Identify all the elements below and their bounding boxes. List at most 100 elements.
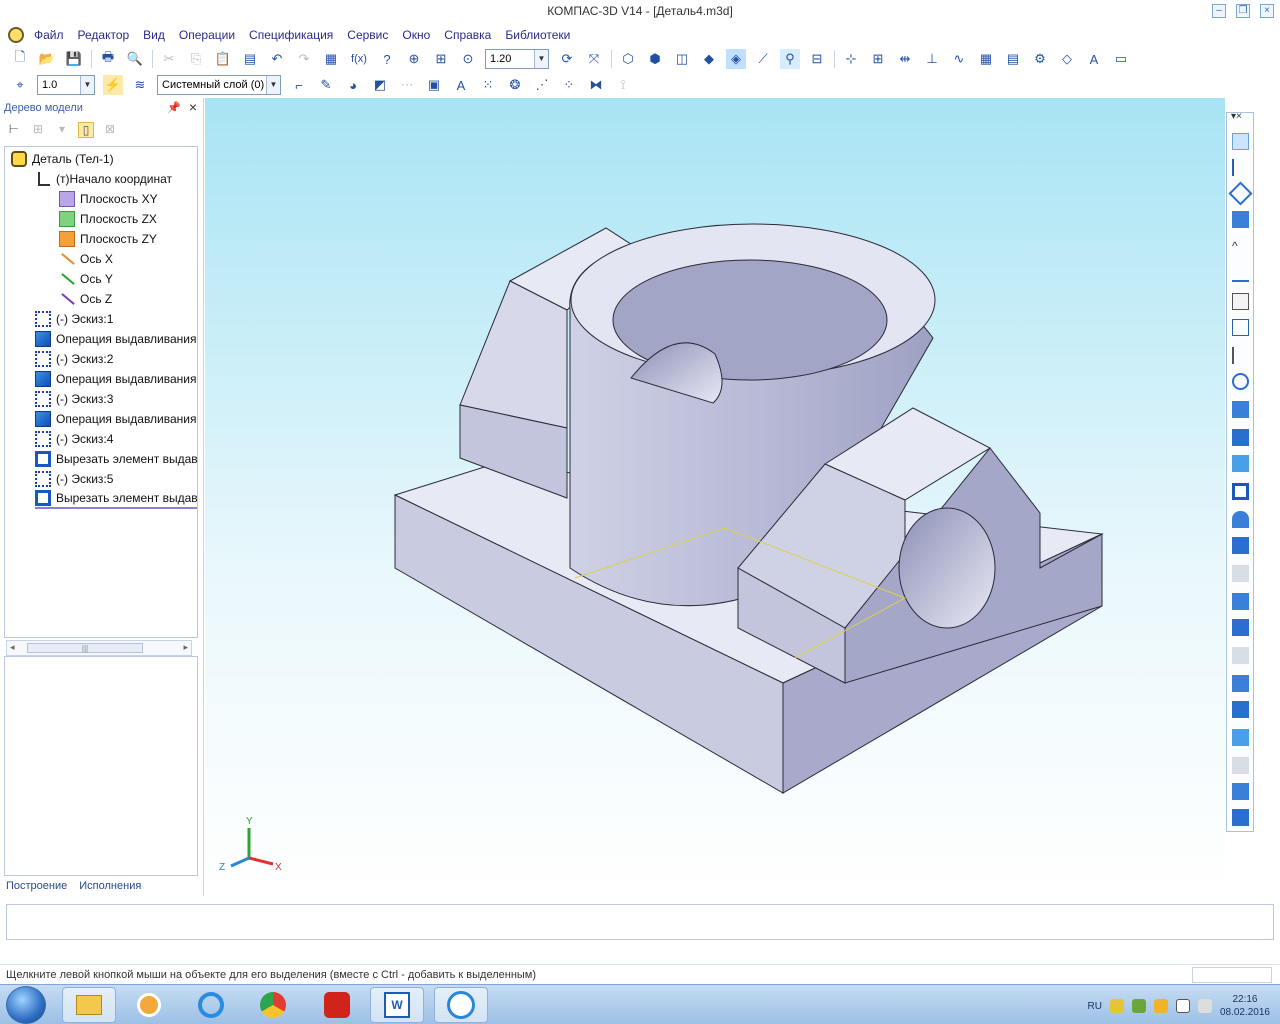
copy-icon[interactable]: ⎘	[186, 49, 206, 69]
tree-node-cut-2[interactable]: Вырезать элемент выдав.	[35, 489, 197, 509]
tray-network-icon[interactable]	[1131, 999, 1146, 1013]
array-points-icon[interactable]: ⁘	[559, 75, 579, 95]
material-icon[interactable]: ◕	[343, 75, 363, 95]
disabled-copy-icon[interactable]	[1232, 757, 1249, 774]
incline-icon[interactable]	[1232, 401, 1249, 418]
pin-icon[interactable]: 📌	[167, 101, 181, 114]
array-curve-icon[interactable]: ⋰	[532, 75, 552, 95]
taskbar-word[interactable]: W	[370, 987, 424, 1023]
tab-versions[interactable]: Исполнения	[79, 880, 141, 896]
tree-node-sketch-4[interactable]: (-) Эскиз:4	[35, 429, 113, 449]
start-button[interactable]	[6, 986, 46, 1024]
boolean-icon[interactable]	[1232, 783, 1249, 800]
tree-dropdown-icon[interactable]: ▾	[54, 122, 70, 138]
tree-node-axis-z[interactable]: Ось Z	[59, 289, 112, 309]
diamond-icon[interactable]: ◇	[1057, 49, 1077, 69]
dimension-icon[interactable]: ⇹	[895, 49, 915, 69]
shaded-icon[interactable]: ◆	[699, 49, 719, 69]
tree-node-sketch-1[interactable]: (-) Эскиз:1	[35, 309, 113, 329]
array-circle-icon[interactable]: ❂	[505, 75, 525, 95]
app-menu-icon[interactable]	[8, 27, 24, 43]
rotate-icon[interactable]: ⟳	[557, 49, 577, 69]
open-file-icon[interactable]: 📂	[37, 49, 57, 69]
spec-icon[interactable]: ▤	[1003, 49, 1023, 69]
hidden-lines-icon[interactable]: ⬢	[645, 49, 665, 69]
chevron-down-icon[interactable]: ▼	[80, 76, 94, 94]
tree-node-extrude-1[interactable]: Операция выдавливания	[35, 329, 196, 349]
curve-icon[interactable]: ∿	[949, 49, 969, 69]
menu-help[interactable]: Справка	[444, 28, 491, 42]
redo-icon[interactable]: ↷	[294, 49, 314, 69]
minimize-button[interactable]: –	[1212, 4, 1226, 18]
array-grid-icon[interactable]: ⁙	[478, 75, 498, 95]
manager-icon[interactable]: ▦	[321, 49, 341, 69]
thin-lines-icon[interactable]: ◫	[672, 49, 692, 69]
taskbar-media-player[interactable]	[122, 987, 176, 1023]
zoom-window-icon[interactable]: ⊞	[431, 49, 451, 69]
tray-clock[interactable]: 22:16 08.02.2016	[1220, 993, 1270, 1019]
tree-filter-icon[interactable]: ⊞	[30, 122, 46, 138]
tree-relations-icon[interactable]: ⊠	[102, 122, 118, 138]
zoom-scale-icon[interactable]: ⊙	[458, 49, 478, 69]
close-button[interactable]: ×	[1260, 4, 1274, 18]
text-a-icon[interactable]: A	[1084, 49, 1104, 69]
menu-file[interactable]: Файл	[34, 28, 64, 42]
attribute-icon[interactable]: ⚙	[1030, 49, 1050, 69]
paste-icon[interactable]: 📋	[213, 49, 233, 69]
menu-operations[interactable]: Операции	[179, 28, 235, 42]
disabled-array-icon[interactable]	[1232, 647, 1249, 664]
table-icon[interactable]: ▦	[976, 49, 996, 69]
model-canvas[interactable]: Y X Z	[205, 98, 1225, 896]
new-file-icon[interactable]: 🗋	[10, 49, 30, 69]
taskbar-chrome[interactable]	[246, 987, 300, 1023]
tray-volume-icon[interactable]	[1197, 999, 1212, 1013]
save-icon[interactable]: 💾	[64, 49, 84, 69]
taskbar-explorer[interactable]	[62, 987, 116, 1023]
color-icon[interactable]: ◩	[370, 75, 390, 95]
tree-node-part[interactable]: Деталь (Тел-1)	[11, 149, 114, 169]
extrude-op-icon[interactable]	[1232, 133, 1249, 150]
menu-specification[interactable]: Спецификация	[249, 28, 333, 42]
cut-icon[interactable]: ✂	[159, 49, 179, 69]
constraint-icon[interactable]: ⊥	[922, 49, 942, 69]
box-frame-icon[interactable]	[1232, 483, 1249, 500]
properties-icon[interactable]: ▤	[240, 49, 260, 69]
tree-node-plane-xy[interactable]: Плоскость XY	[59, 189, 158, 209]
layer-combo[interactable]: Системный слой (0) ▼	[157, 75, 281, 95]
menu-editor[interactable]: Редактор	[78, 28, 130, 42]
filter-objects-icon[interactable]: ⋯	[397, 75, 417, 95]
tree-document-icon[interactable]: ▯	[78, 122, 94, 138]
rib-icon[interactable]	[1232, 347, 1249, 364]
close-icon[interactable]: ×	[189, 99, 197, 115]
menu-service[interactable]: Сервис	[347, 28, 388, 42]
tree-node-cut-1[interactable]: Вырезать элемент выдав.	[35, 449, 197, 469]
grid-icon[interactable]: ⊞	[868, 49, 888, 69]
tree-horizontal-scrollbar[interactable]: ◂ ||| ▸	[6, 640, 192, 656]
tree-node-plane-zy[interactable]: Плоскость ZY	[59, 229, 157, 249]
orientation-icon[interactable]: ⤧	[584, 49, 604, 69]
taper-icon[interactable]	[1232, 537, 1249, 554]
dome-icon[interactable]	[1232, 511, 1249, 528]
taskbar-kompas[interactable]	[434, 987, 488, 1023]
rotate-op-icon[interactable]	[1232, 159, 1249, 176]
mirror-icon[interactable]: ⧓	[586, 75, 606, 95]
cut-op-icon[interactable]: ^	[1232, 239, 1249, 256]
chevron-down-icon[interactable]: ▼	[534, 50, 548, 68]
scroll-thumb[interactable]: |||	[27, 643, 143, 653]
taskbar-acrobat[interactable]	[310, 987, 364, 1023]
tree-node-origin[interactable]: (т)Начало координат	[35, 169, 172, 189]
mirror-op-icon[interactable]	[1232, 675, 1249, 692]
tray-app-icon[interactable]	[1109, 999, 1124, 1013]
step-cursor-icon[interactable]: ⌖	[10, 75, 30, 95]
tree-node-sketch-5[interactable]: (-) Эскиз:5	[35, 469, 113, 489]
zoom-combo[interactable]: 1.20 ▼	[485, 49, 549, 69]
wedge-icon[interactable]	[1232, 593, 1249, 610]
library-icon[interactable]: ▣	[424, 75, 444, 95]
part-model[interactable]	[393, 223, 1104, 794]
shaded-edges-icon[interactable]: ◈	[726, 49, 746, 69]
hole-icon[interactable]	[1232, 319, 1249, 336]
tree-node-plane-zx[interactable]: Плоскость ZX	[59, 209, 157, 229]
ortho-icon[interactable]: ⚡	[103, 75, 123, 95]
wireframe-icon[interactable]: ⬡	[618, 49, 638, 69]
sketch-mode-icon[interactable]: ⌐	[289, 75, 309, 95]
